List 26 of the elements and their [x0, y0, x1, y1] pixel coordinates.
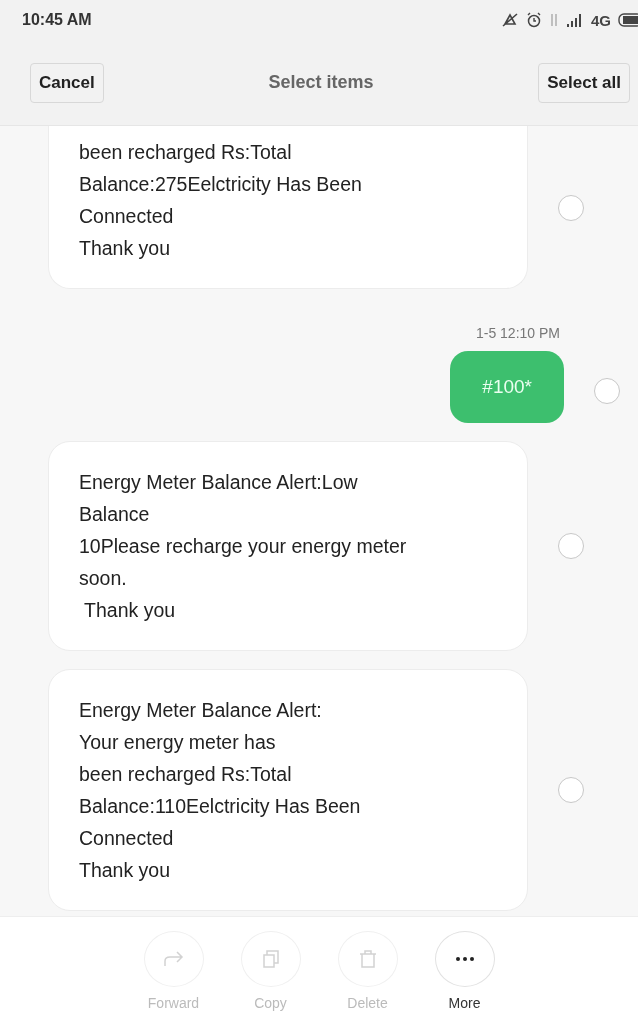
select-radio[interactable]: [558, 777, 584, 803]
battery-icon: [618, 13, 638, 27]
mute-icon: [501, 12, 519, 28]
copy-label: Copy: [254, 995, 287, 1011]
status-time: 10:45 AM: [22, 11, 92, 29]
select-radio[interactable]: [558, 533, 584, 559]
network-label: 4G: [591, 11, 611, 29]
more-icon: [454, 957, 475, 961]
message-timestamp: 1-5 12:10 PM: [475, 325, 560, 341]
copy-icon: [262, 950, 279, 968]
header-title: Select items: [268, 72, 374, 93]
received-message-bubble[interactable]: been recharged Rs:Total Balance:275Eelctricity Has Been Connected Thank you: [48, 126, 528, 289]
data-arrows-icon: [549, 12, 559, 28]
received-message-bubble[interactable]: Energy Meter Balance Alert: Your energy meter has been recharged Rs:Total Balance:110Eelctricity Has Been Connected Thank you: [48, 669, 528, 911]
trash-icon: [358, 950, 377, 968]
delete-label: Delete: [347, 995, 388, 1011]
alarm-icon: [526, 12, 542, 28]
more-label: More: [448, 995, 481, 1011]
signal-icon: [566, 13, 584, 27]
cancel-button[interactable]: Cancel: [30, 62, 104, 103]
select-all-button[interactable]: Select all: [538, 62, 630, 103]
received-message-bubble[interactable]: Energy Meter Balance Alert:Low Balance 10Please recharge your energy meter soon. Thank you: [48, 441, 528, 651]
forward-icon: [162, 951, 185, 967]
forward-label: Forward: [147, 995, 200, 1011]
select-radio[interactable]: [558, 194, 584, 221]
select-radio[interactable]: [594, 378, 620, 404]
